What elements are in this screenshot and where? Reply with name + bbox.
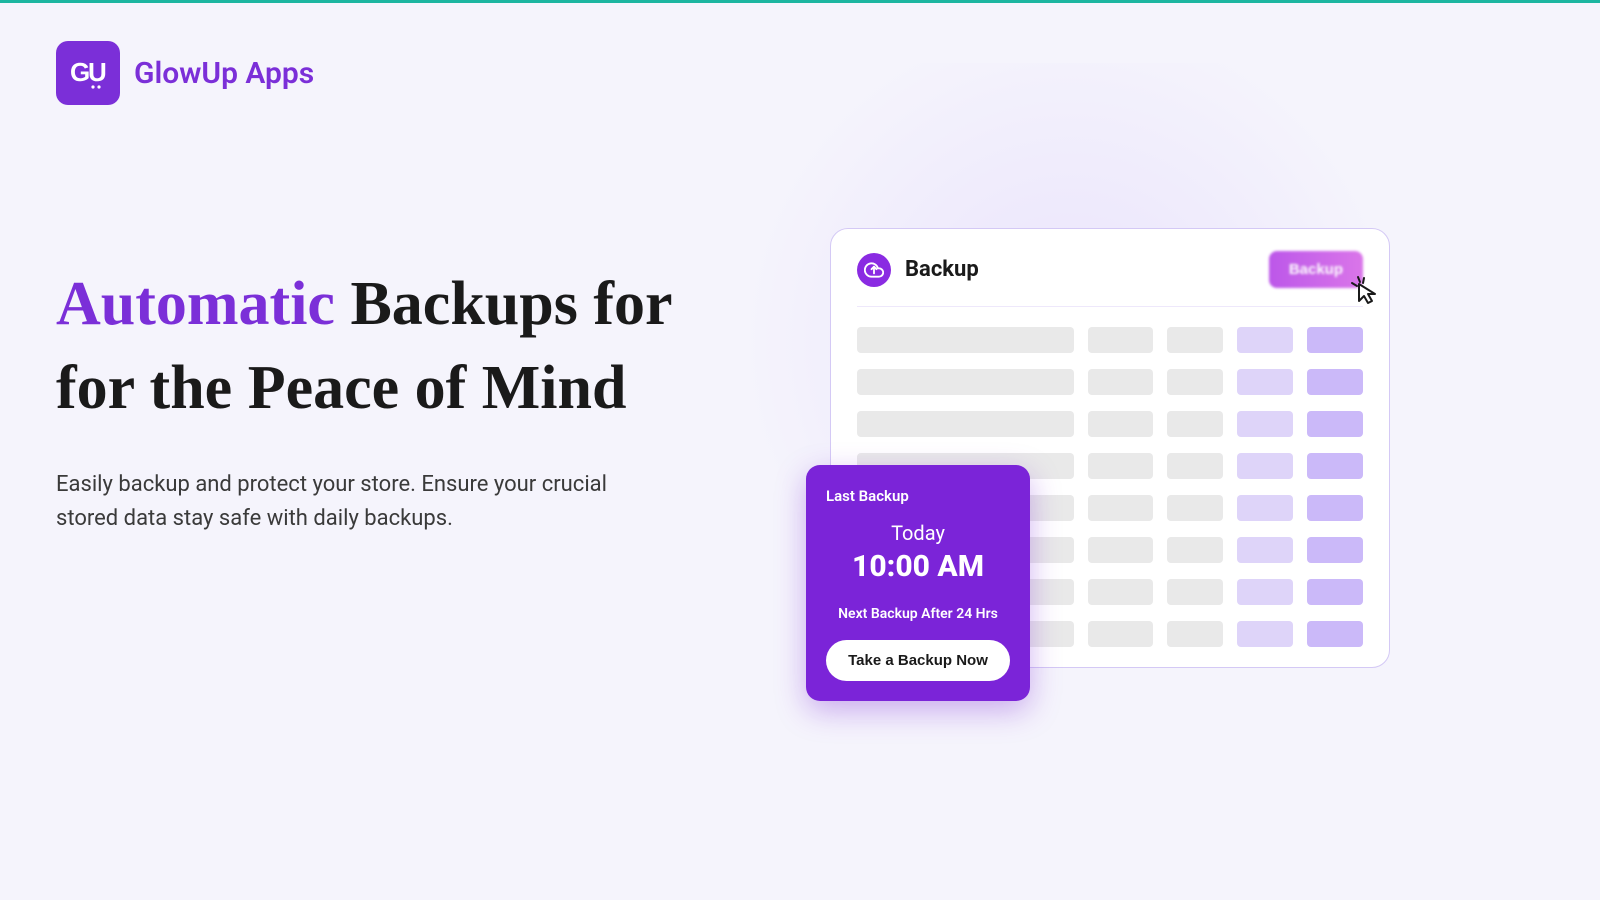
logo-glyph-icon: G U xyxy=(66,51,110,95)
logo-icon: G U xyxy=(56,41,120,105)
panel-header-left: Backup xyxy=(857,253,979,287)
brand-name: GlowUp Apps xyxy=(134,56,314,91)
brand-logo: G U GlowUp Apps xyxy=(56,41,314,105)
last-backup-day: Today xyxy=(826,521,1010,545)
cursor-click-icon xyxy=(1350,275,1380,309)
backup-button[interactable]: Backup xyxy=(1269,251,1363,288)
panel-title: Backup xyxy=(905,257,979,282)
table-row xyxy=(857,327,1363,353)
cloud-upload-icon xyxy=(857,253,891,287)
last-backup-card: Last Backup Today 10:00 AM Next Backup A… xyxy=(806,465,1030,701)
next-backup-text: Next Backup After 24 Hrs xyxy=(826,606,1010,622)
hero-title-accent: Automatic xyxy=(56,270,335,338)
take-backup-now-button[interactable]: Take a Backup Now xyxy=(826,640,1010,681)
table-row xyxy=(857,369,1363,395)
svg-text:U: U xyxy=(88,57,107,87)
hero-description: Easily backup and protect your store. En… xyxy=(56,468,616,536)
last-backup-time: 10:00 AM xyxy=(826,549,1010,584)
panel-header: Backup Backup xyxy=(857,251,1363,307)
table-row xyxy=(857,411,1363,437)
hero-title: Automatic Backups for for the Peace of M… xyxy=(56,263,696,430)
hero-section: Automatic Backups for for the Peace of M… xyxy=(56,263,696,537)
last-backup-label: Last Backup xyxy=(826,487,1010,505)
